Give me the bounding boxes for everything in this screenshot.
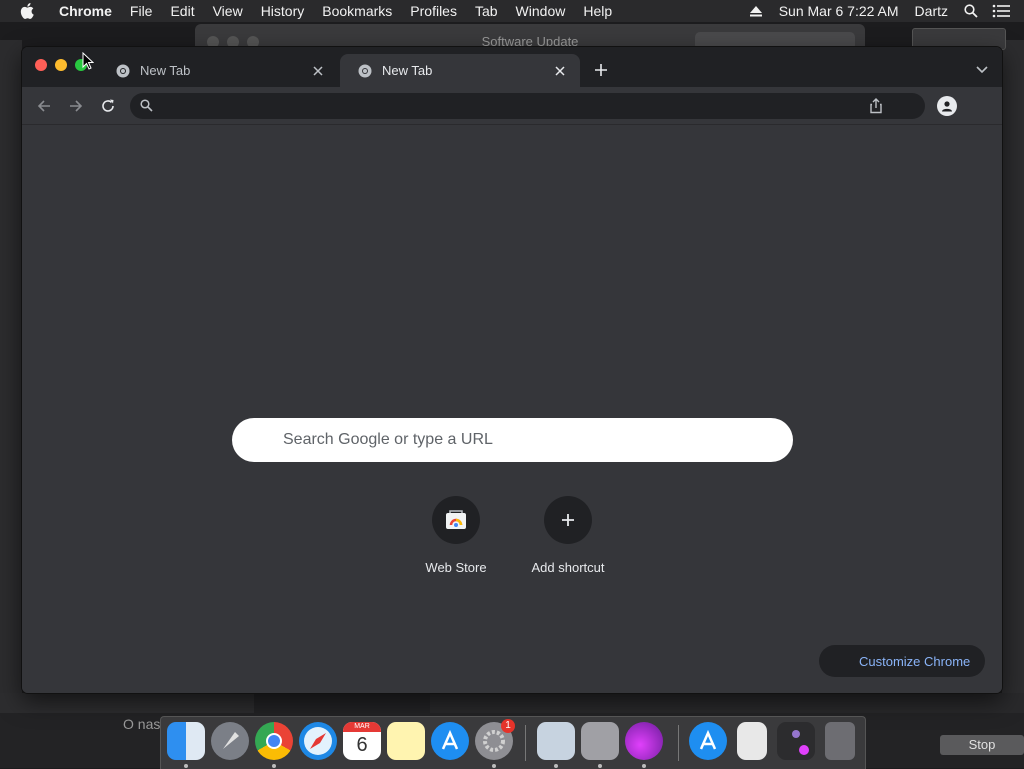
shortcut-add[interactable]: Add shortcut	[512, 496, 624, 575]
background-window-edge	[0, 40, 22, 700]
menu-tab[interactable]: Tab	[466, 0, 507, 22]
instruments-icon[interactable]	[625, 722, 663, 760]
running-indicator	[554, 764, 558, 768]
safari-icon[interactable]	[299, 722, 337, 760]
notification-center-icon[interactable]	[992, 2, 1010, 20]
stack-folder-icon[interactable]	[777, 722, 815, 760]
menu-bar: Chrome File Edit View History Bookmarks …	[0, 0, 1024, 22]
customize-chrome-button[interactable]: Customize Chrome	[819, 645, 985, 677]
dock-separator	[525, 725, 526, 761]
trash-icon[interactable]	[825, 722, 855, 760]
menu-edit[interactable]: Edit	[161, 0, 203, 22]
profile-avatar-button[interactable]	[937, 96, 957, 116]
shortcut-web-store[interactable]: Web Store	[400, 496, 512, 575]
menu-history[interactable]: History	[252, 0, 314, 22]
arrow-left-icon	[37, 100, 50, 112]
search-placeholder: Search Google or type a URL	[283, 431, 493, 448]
menu-window[interactable]: Window	[507, 0, 575, 22]
forward-button[interactable]	[66, 96, 86, 116]
tab-title: New Tab	[140, 63, 191, 78]
running-indicator	[272, 764, 276, 768]
reload-button[interactable]	[98, 96, 118, 116]
menu-clock[interactable]: Sun Mar 6 7:22 AM	[771, 0, 907, 22]
shortcut-label: Add shortcut	[531, 560, 605, 575]
notification-badge: 1	[501, 719, 515, 733]
dock: MAR 6 1	[160, 716, 866, 769]
preview-icon[interactable]	[537, 722, 575, 760]
calendar-month: MAR	[343, 722, 381, 732]
arrow-right-icon	[70, 100, 83, 112]
chrome-window: New Tab New Tab Search Google or type a …	[22, 47, 1002, 693]
browser-toolbar	[22, 87, 1002, 125]
address-bar[interactable]	[130, 93, 925, 119]
search-icon	[140, 99, 154, 113]
tab-new-tab-1[interactable]: New Tab	[98, 54, 338, 87]
launchpad-icon[interactable]	[211, 722, 249, 760]
menu-bookmarks[interactable]: Bookmarks	[313, 0, 401, 22]
running-indicator	[492, 764, 496, 768]
running-indicator	[598, 764, 602, 768]
downloads-app-store-icon[interactable]	[689, 722, 727, 760]
background-partial-text: O nas	[123, 716, 161, 732]
archive-utility-icon[interactable]	[581, 722, 619, 760]
web-store-icon	[432, 496, 480, 544]
close-window-button[interactable]	[35, 59, 47, 71]
close-tab-icon[interactable]	[552, 63, 568, 79]
chrome-favicon-icon	[116, 63, 132, 79]
notes-icon[interactable]	[387, 722, 425, 760]
plus-icon	[595, 64, 607, 76]
menu-file[interactable]: File	[121, 0, 162, 22]
document-icon[interactable]	[737, 722, 767, 760]
menu-view[interactable]: View	[204, 0, 252, 22]
background-window-edge-right	[1002, 40, 1024, 700]
chrome-app-icon[interactable]	[255, 722, 293, 760]
share-icon[interactable]	[869, 98, 885, 114]
running-indicator	[642, 764, 646, 768]
shortcut-label: Web Store	[425, 560, 487, 575]
close-tab-icon[interactable]	[310, 63, 326, 79]
finder-icon[interactable]	[167, 722, 205, 760]
tab-search-chevron-icon[interactable]	[974, 61, 990, 77]
mouse-cursor-icon	[82, 52, 94, 70]
window-controls	[35, 59, 87, 71]
chrome-favicon-icon	[358, 63, 374, 79]
tab-title: New Tab	[382, 63, 433, 78]
person-icon	[942, 101, 952, 112]
apple-menu-icon[interactable]	[20, 2, 38, 20]
google-search-box[interactable]: Search Google or type a URL	[232, 418, 793, 462]
calendar-day: 6	[356, 734, 368, 756]
tab-strip: New Tab New Tab	[22, 47, 1002, 87]
spotlight-search-icon[interactable]	[962, 2, 980, 20]
new-tab-page: Search Google or type a URL Web Store Ad…	[22, 125, 1002, 693]
menu-profiles[interactable]: Profiles	[401, 0, 466, 22]
app-store-icon[interactable]	[431, 722, 469, 760]
minimize-window-button[interactable]	[55, 59, 67, 71]
menu-user[interactable]: Dartz	[907, 0, 956, 22]
plus-icon	[544, 496, 592, 544]
calendar-icon[interactable]: MAR 6	[343, 722, 381, 760]
customize-chrome-label: Customize Chrome	[859, 653, 971, 669]
menu-help[interactable]: Help	[574, 0, 621, 22]
menu-app-name[interactable]: Chrome	[50, 0, 121, 22]
tab-new-tab-2[interactable]: New Tab	[340, 54, 580, 87]
eject-icon[interactable]	[747, 2, 765, 20]
new-tab-button[interactable]	[590, 59, 612, 81]
reload-icon	[102, 99, 114, 112]
running-indicator	[184, 764, 188, 768]
dock-separator	[678, 725, 679, 761]
back-button[interactable]	[34, 96, 54, 116]
stop-button[interactable]: Stop	[940, 735, 1024, 755]
